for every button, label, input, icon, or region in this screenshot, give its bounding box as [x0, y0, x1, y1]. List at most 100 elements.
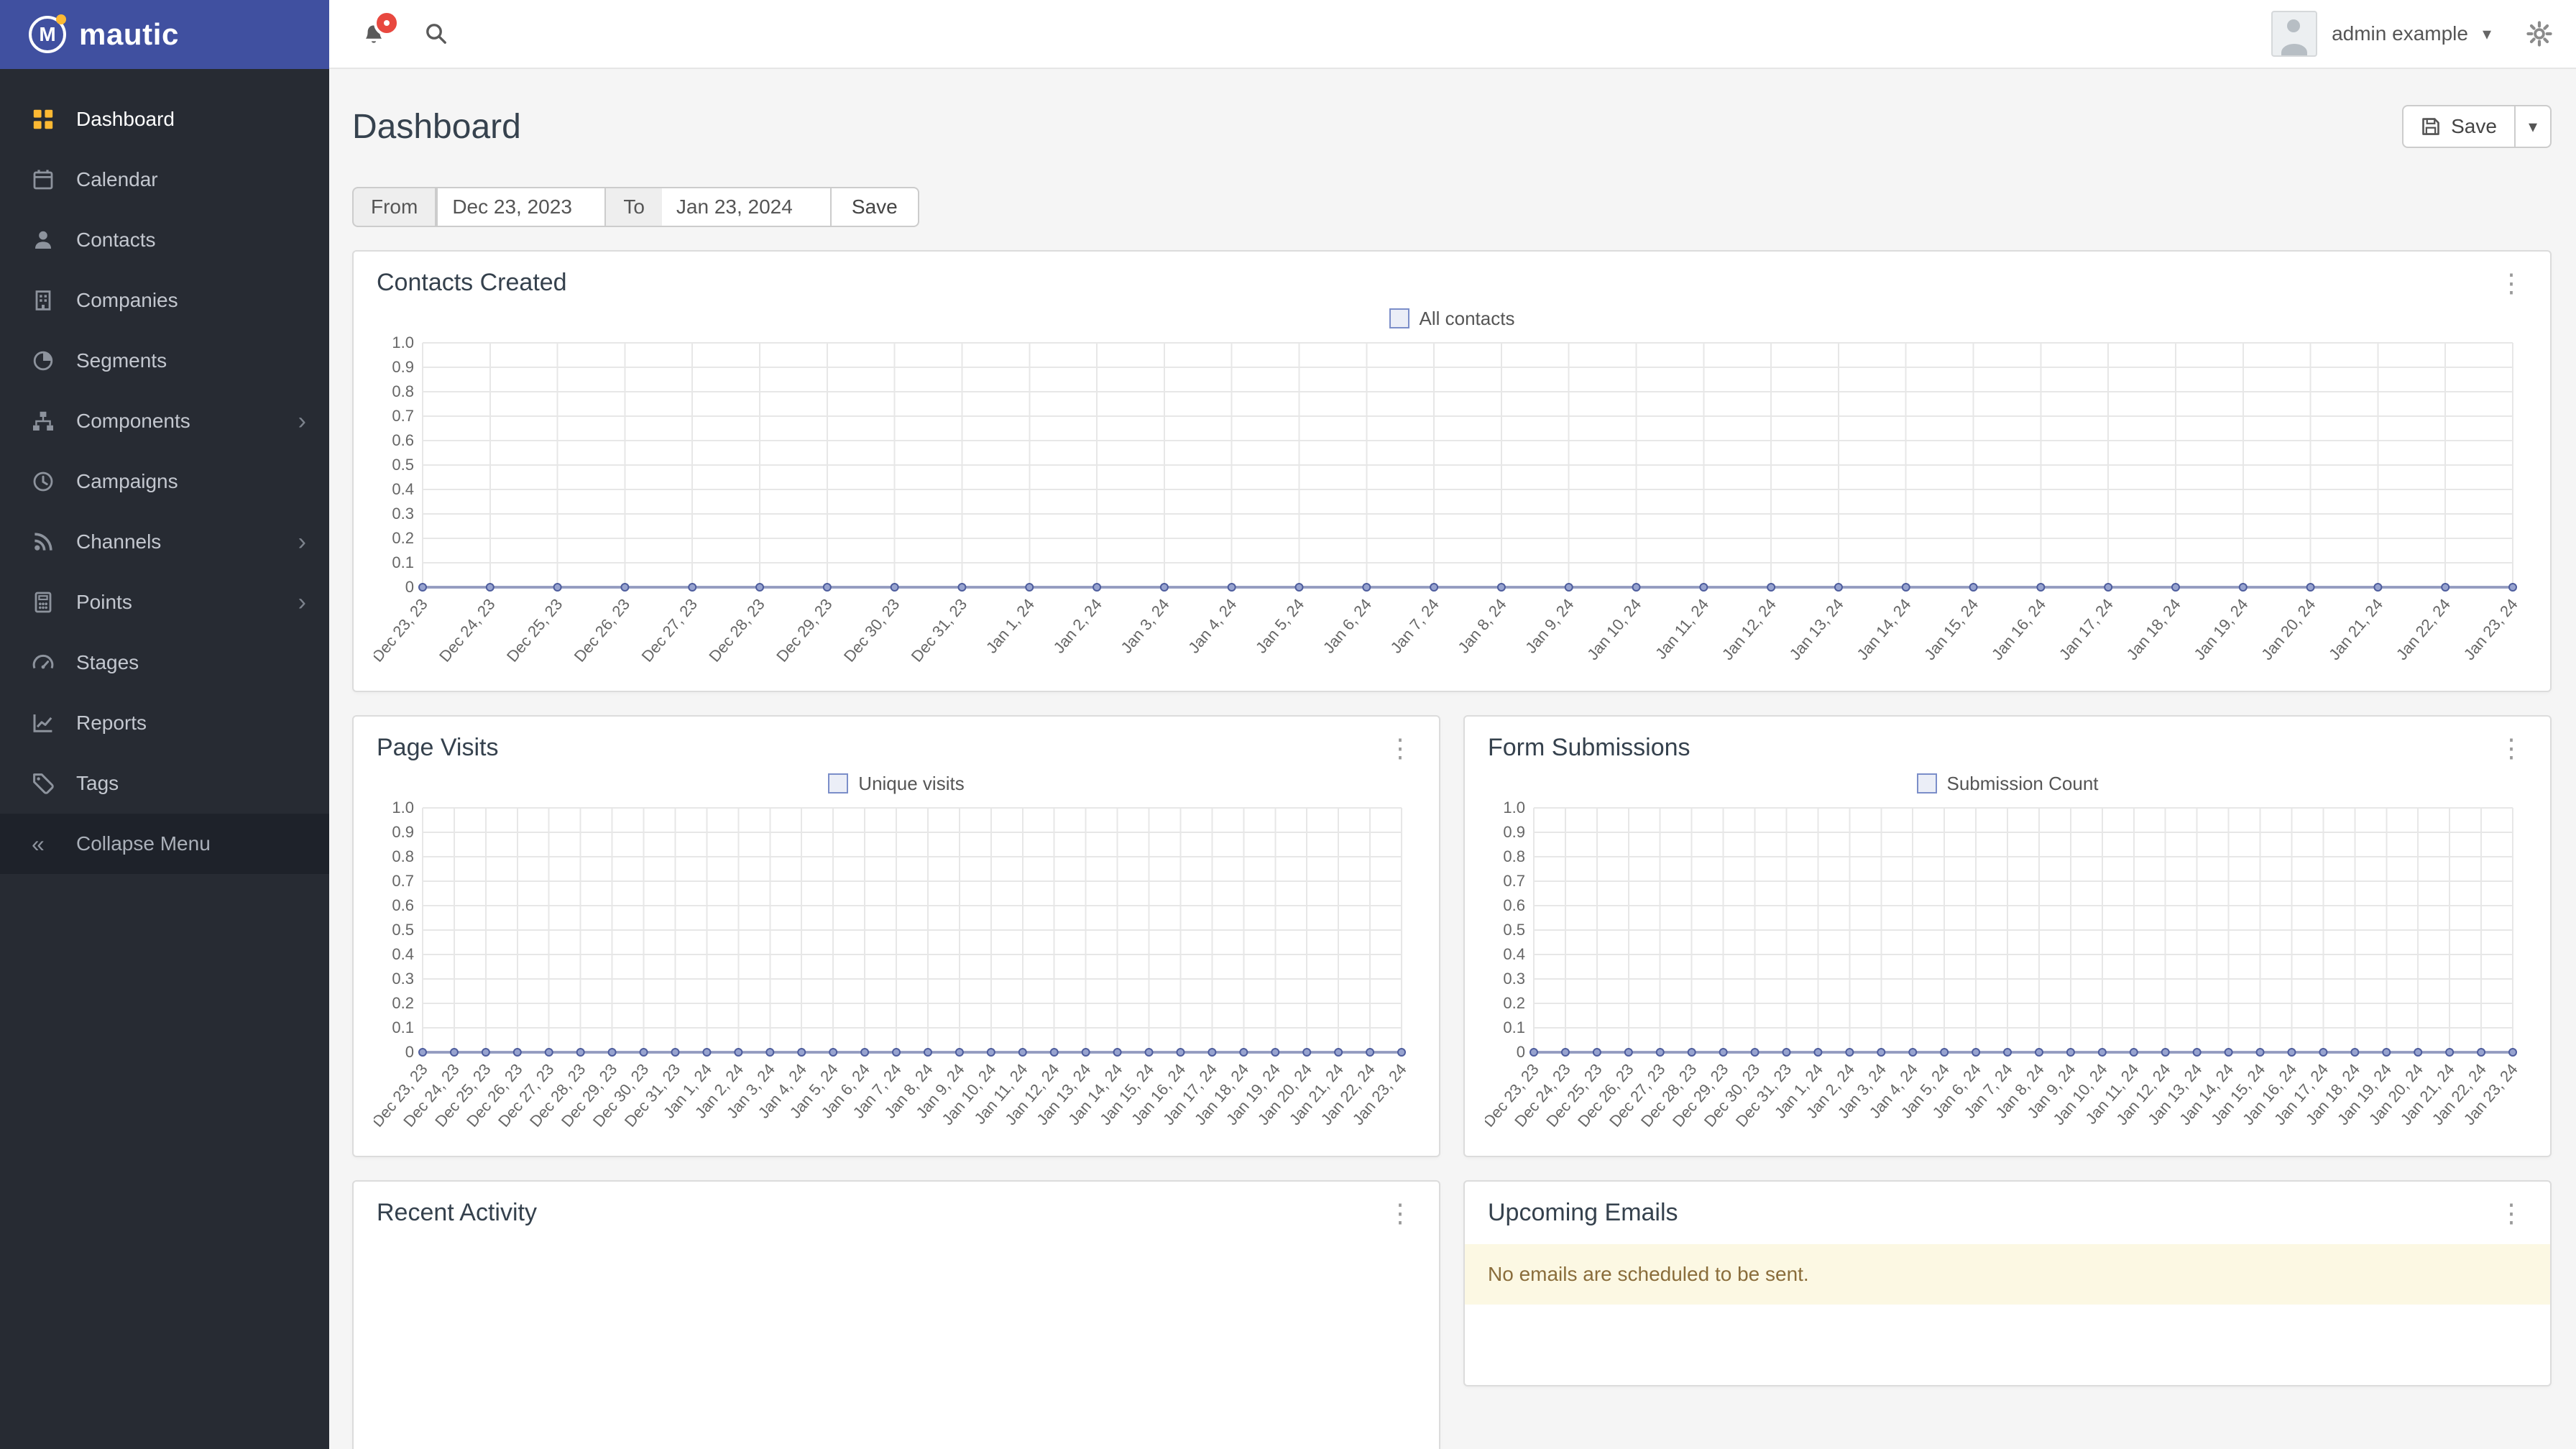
filter-save-button[interactable]: Save: [831, 187, 919, 227]
user-name: admin example: [2332, 22, 2468, 45]
svg-text:0.2: 0.2: [392, 994, 414, 1012]
chevron-right-icon: ›: [298, 589, 306, 616]
topbar-main: admin example ▾: [329, 0, 2576, 69]
chevron-down-icon: ▾: [2528, 116, 2537, 137]
svg-text:0.8: 0.8: [1503, 847, 1525, 865]
svg-text:Jan 17, 24: Jan 17, 24: [2056, 595, 2117, 663]
date-from-input[interactable]: [436, 187, 607, 227]
svg-text:1.0: 1.0: [392, 334, 414, 351]
svg-text:Jan 12, 24: Jan 12, 24: [1719, 595, 1780, 663]
svg-text:Jan 13, 24: Jan 13, 24: [1786, 595, 1847, 663]
svg-text:Jan 5, 24: Jan 5, 24: [1252, 595, 1307, 656]
settings-button[interactable]: [2523, 17, 2556, 50]
svg-text:Jan 19, 24: Jan 19, 24: [2190, 595, 2251, 663]
sidebar-item-components[interactable]: Components ›: [0, 391, 329, 451]
panel-menu-button[interactable]: ⋮: [2496, 735, 2527, 761]
svg-text:Jan 18, 24: Jan 18, 24: [2123, 595, 2184, 663]
panel-menu-button[interactable]: ⋮: [2496, 270, 2527, 296]
legend-swatch: [1916, 773, 1937, 794]
from-label: From: [352, 187, 437, 227]
svg-text:Jan 11, 24: Jan 11, 24: [1652, 595, 1712, 663]
svg-text:Jan 23, 24: Jan 23, 24: [2460, 595, 2521, 663]
svg-text:Jan 3, 24: Jan 3, 24: [1117, 595, 1172, 656]
topbar-right: admin example ▾: [2271, 11, 2576, 57]
svg-text:Dec 26, 23: Dec 26, 23: [571, 595, 634, 666]
svg-text:0.4: 0.4: [392, 945, 414, 963]
svg-text:0.2: 0.2: [1503, 994, 1525, 1012]
svg-text:0: 0: [405, 578, 414, 596]
svg-text:1.0: 1.0: [1503, 799, 1525, 816]
date-to-input[interactable]: [661, 187, 832, 227]
mautic-logo[interactable]: M mautic: [0, 0, 329, 69]
svg-text:Jan 16, 24: Jan 16, 24: [1988, 595, 2049, 663]
svg-text:0.9: 0.9: [392, 823, 414, 841]
no-emails-alert: No emails are scheduled to be sent.: [1465, 1244, 2550, 1305]
page-header: Dashboard Save ▾: [352, 101, 2552, 152]
sidebar-item-segments[interactable]: Segments: [0, 331, 329, 391]
sidebar-item-dashboard[interactable]: Dashboard: [0, 89, 329, 150]
user-menu[interactable]: admin example ▾: [2271, 11, 2491, 57]
kebab-icon: ⋮: [2498, 732, 2524, 763]
calendar-icon: [32, 168, 58, 191]
chevron-right-icon: ›: [298, 528, 306, 556]
sidebar-item-campaigns[interactable]: Campaigns: [0, 451, 329, 512]
rss-icon: [32, 530, 58, 553]
svg-text:Dec 25, 23: Dec 25, 23: [503, 595, 566, 666]
sidebar-item-points[interactable]: Points ›: [0, 572, 329, 632]
svg-text:0.4: 0.4: [392, 480, 414, 498]
svg-text:1.0: 1.0: [392, 799, 414, 816]
page-visits-chart: 0 0.1 0.2 0.3 0.4 0.5 0.6 0.7 0.8 0.9 1.0 Dec 23, 2…: [374, 799, 1419, 1144]
page-visits-panel: Page Visits ⋮ Unique visits 0 0.1 0.2 0.3 0.…: [352, 715, 1440, 1157]
svg-text:0: 0: [1517, 1043, 1525, 1061]
contacts-created-chart: 0 0.1 0.2 0.3 0.4 0.5 0.6 0.7 0.8 0.9 1.0 Dec 23, 2…: [374, 334, 2530, 679]
search-button[interactable]: [421, 19, 451, 49]
panel-menu-button[interactable]: ⋮: [1384, 735, 1416, 761]
sidebar-item-reports[interactable]: Reports: [0, 693, 329, 753]
svg-text:Jan 15, 24: Jan 15, 24: [1920, 595, 1982, 663]
gear-icon: [2526, 20, 2553, 47]
sidebar-item-tags[interactable]: Tags: [0, 753, 329, 814]
svg-text:Jan 14, 24: Jan 14, 24: [1853, 595, 1914, 663]
save-button[interactable]: Save: [2404, 106, 2514, 147]
legend-item-submission-count[interactable]: Submission Count: [1465, 768, 2550, 799]
sidebar-item-contacts[interactable]: Contacts: [0, 210, 329, 270]
save-dropdown-button[interactable]: ▾: [2513, 106, 2550, 147]
kebab-icon: ⋮: [2498, 267, 2524, 298]
sidebar-item-stages[interactable]: Stages: [0, 632, 329, 693]
page-title: Dashboard: [352, 107, 521, 146]
collapse-menu-button[interactable]: « Collapse Menu: [0, 814, 329, 874]
sidebar-item-calendar[interactable]: Calendar: [0, 150, 329, 210]
legend-item-all-contacts[interactable]: All contacts: [354, 303, 2550, 334]
svg-text:Jan 2, 24: Jan 2, 24: [1050, 595, 1105, 656]
chevron-down-icon: ▾: [2482, 24, 2491, 44]
upcoming-emails-panel: Upcoming Emails ⋮ No emails are schedule…: [1463, 1180, 2552, 1386]
svg-text:0.6: 0.6: [1503, 896, 1525, 914]
sidebar-item-companies[interactable]: Companies: [0, 270, 329, 331]
form-submissions-panel: Form Submissions ⋮ Submission Count 0 0.1…: [1463, 715, 2552, 1157]
clock-icon: [32, 470, 58, 493]
svg-text:Jan 9, 24: Jan 9, 24: [1522, 595, 1577, 656]
svg-text:0.5: 0.5: [1503, 921, 1525, 939]
notifications-button[interactable]: [358, 10, 400, 49]
svg-text:0.7: 0.7: [392, 872, 414, 890]
tag-icon: [32, 772, 58, 795]
building-icon: [32, 289, 58, 312]
panel-menu-button[interactable]: ⋮: [2496, 1200, 2527, 1226]
recent-activity-panel: Recent Activity ⋮: [352, 1180, 1440, 1449]
panel-title: Upcoming Emails: [1488, 1199, 1678, 1226]
svg-text:Dec 29, 23: Dec 29, 23: [773, 595, 836, 666]
svg-text:0.3: 0.3: [392, 970, 414, 988]
sidebar-item-channels[interactable]: Channels ›: [0, 512, 329, 572]
svg-text:Jan 1, 24: Jan 1, 24: [983, 595, 1038, 656]
svg-text:Dec 24, 23: Dec 24, 23: [436, 595, 499, 666]
svg-text:Jan 21, 24: Jan 21, 24: [2325, 595, 2386, 663]
panel-menu-button[interactable]: ⋮: [1384, 1200, 1416, 1226]
panel-title: Recent Activity: [377, 1199, 537, 1226]
svg-text:Jan 20, 24: Jan 20, 24: [2258, 595, 2319, 663]
dashboard-save-split-button: Save ▾: [2402, 105, 2552, 148]
svg-text:Dec 28, 23: Dec 28, 23: [705, 595, 768, 666]
mautic-app: M mautic admin example ▾ Dashboard Calen…: [0, 0, 2576, 1449]
legend-swatch: [1389, 308, 1409, 328]
legend-item-unique-visits[interactable]: Unique visits: [354, 768, 1439, 799]
panel-title: Form Submissions: [1488, 734, 1690, 761]
